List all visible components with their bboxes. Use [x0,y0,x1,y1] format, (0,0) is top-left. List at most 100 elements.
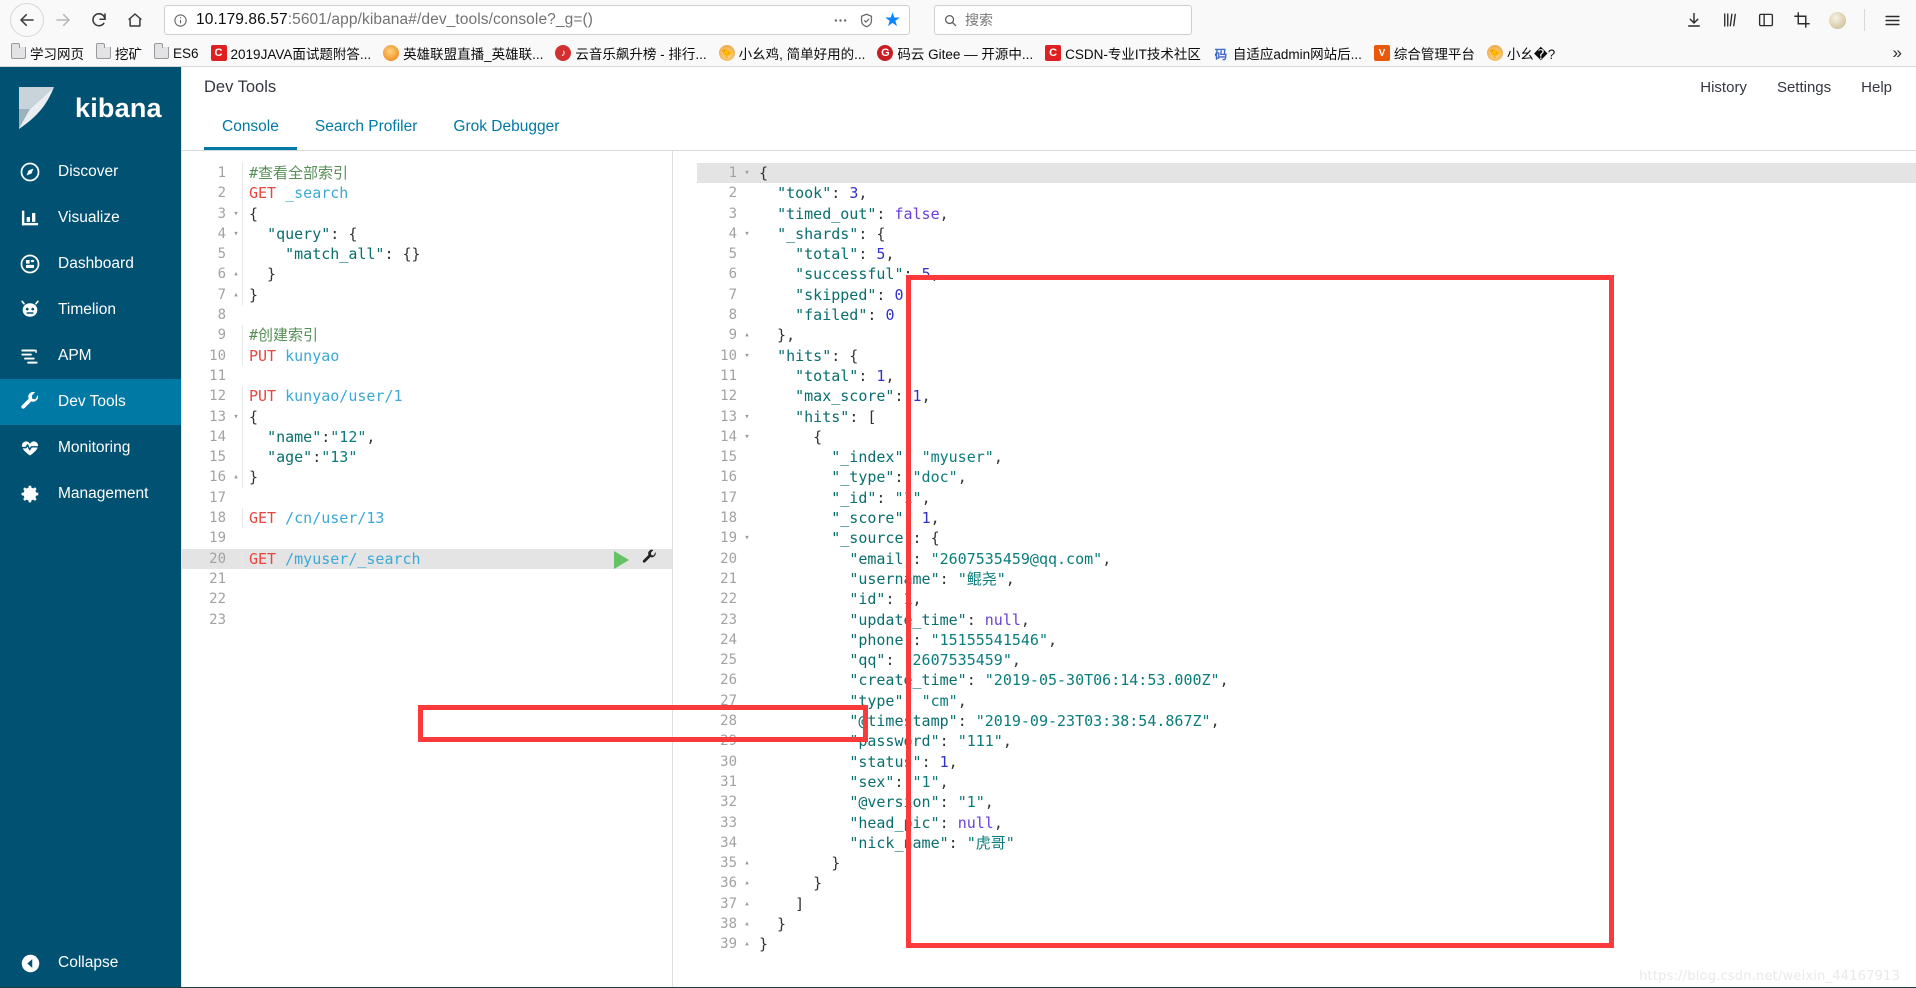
fold-toggle-icon[interactable]: ▾ [230,407,242,427]
code-line[interactable]: 14 "name":"12", [182,426,672,448]
code-line[interactable]: 14 ▾ { [697,427,1916,447]
code-line[interactable]: 33 "head_pic": null, [697,813,1916,833]
sidebar-item-timelion[interactable]: Timelion [0,287,181,333]
code-line[interactable]: 11 [182,366,672,386]
bookmark-item[interactable]: G 码云 Gitee — 开源中... [872,41,1038,65]
code-line[interactable]: 3 ▾{ [182,203,672,224]
forward-arrow-icon[interactable] [46,3,80,37]
fold-toggle-icon[interactable]: ▴ [741,873,753,893]
code-line[interactable]: 25 "qq": "2607535459", [697,650,1916,670]
code-line[interactable]: 4 ▾ "_shards": { [697,224,1916,244]
code-line[interactable]: 6 "successful": 5, [697,264,1916,284]
ellipsis-icon[interactable] [832,12,849,29]
code-line[interactable]: 16 "_type": "doc", [697,467,1916,487]
request-editor-rows[interactable]: 1 #查看全部索引 2 GET _search 3 ▾{4 ▾ "query": {5 "m… [182,163,672,630]
tab-search-profiler[interactable]: Search Profiler [297,118,436,150]
tracking-protection-icon[interactable] [858,12,875,29]
response-rows[interactable]: 1 ▾{2 "took": 3, 3 "timed_out": false, 4 ▾ "… [697,163,1916,955]
reload-icon[interactable] [82,3,116,37]
bookmark-item[interactable]: ES6 [149,43,204,63]
code-line[interactable]: 24 "phone": "15155541546", [697,630,1916,650]
sidebar-item-discover[interactable]: Discover [0,149,181,195]
sidebar-icon[interactable] [1757,11,1775,29]
fold-toggle-icon[interactable]: ▾ [741,163,753,183]
bookmark-item[interactable]: 挖矿 [91,41,147,65]
bookmark-star-icon[interactable]: ★ [884,11,901,30]
code-line[interactable]: 19 ▾ "_source": { [697,528,1916,548]
code-line[interactable]: 39 ▴} [697,934,1916,954]
sidebar-collapse-button[interactable]: Collapse [0,939,181,987]
code-line[interactable]: 10 ▾ "hits": { [697,346,1916,366]
code-line[interactable]: 8 "failed": 0 [697,305,1916,325]
fold-toggle-icon[interactable]: ▾ [741,224,753,244]
code-line[interactable]: 20 "email": "2607535459@qq.com", [697,549,1916,569]
bookmark-item[interactable]: 英雄联盟直播_英雄联... [378,41,548,65]
url-bar[interactable]: 10.179.86.57:5601/app/kibana#/dev_tools/… [164,5,910,35]
sidebar-item-dev-tools[interactable]: Dev Tools [0,379,181,425]
code-line[interactable]: 16 ▴} [182,467,672,488]
downloads-icon[interactable] [1685,11,1703,29]
page-info-icon[interactable] [173,13,188,28]
bookmark-item[interactable]: 码自适应admin网站后... [1208,41,1367,65]
screenshot-icon[interactable] [1793,11,1811,29]
code-line[interactable]: 23 [182,610,672,630]
tab-console[interactable]: Console [204,118,297,150]
url-text[interactable]: 10.179.86.57:5601/app/kibana#/dev_tools/… [196,11,593,29]
code-line[interactable]: 2 "took": 3, [697,183,1916,203]
code-line[interactable]: 19 [182,528,672,548]
fold-toggle-icon[interactable]: ▾ [741,407,753,427]
fold-toggle-icon[interactable]: ▴ [230,285,242,305]
code-line[interactable]: 5 "match_all": {} [182,244,672,265]
fold-toggle-icon[interactable]: ▾ [741,346,753,366]
code-line[interactable]: 5 "total": 5, [697,244,1916,264]
code-line[interactable]: 26 "create_time": "2019-05-30T06:14:53.0… [697,670,1916,690]
response-pane[interactable]: 1 ▾{2 "took": 3, 3 "timed_out": false, 4 ▾ "… [697,151,1916,987]
bookmarks-overflow-icon[interactable]: » [1885,43,1910,63]
library-icon[interactable] [1721,11,1739,29]
code-line[interactable]: 2 GET _search [182,183,672,204]
sidebar-item-visualize[interactable]: Visualize [0,195,181,241]
bookmark-item[interactable]: 🐤 小幺�? [1482,41,1560,65]
code-line[interactable]: 18 GET /cn/user/13 [182,508,672,529]
code-line[interactable]: 6 ▴ } [182,264,672,285]
tab-grok-debugger[interactable]: Grok Debugger [435,118,577,150]
code-line[interactable]: 12 "max_score": 1, [697,386,1916,406]
code-line[interactable]: 22 [182,589,672,609]
code-line[interactable]: 37 ▴ ] [697,894,1916,914]
code-line[interactable]: 36 ▴ } [697,873,1916,893]
bookmark-item[interactable]: 🐤 小幺鸡, 简单好用的... [714,41,871,65]
code-line[interactable]: 1 #查看全部索引 [182,163,672,184]
code-line[interactable]: 10 PUT kunyao [182,345,672,366]
code-line[interactable]: 28 "@timestamp": "2019-09-23T03:38:54.86… [697,711,1916,731]
play-triangle-icon[interactable] [614,550,629,569]
back-arrow-icon[interactable] [10,3,44,37]
code-line[interactable]: 9 #创建索引 [182,325,672,346]
code-line[interactable]: 32 "@version": "1", [697,792,1916,812]
fold-toggle-icon[interactable]: ▴ [230,467,242,487]
search-input[interactable]: 搜索 [934,5,1192,35]
kibana-brand[interactable]: kibana [0,67,181,149]
code-line[interactable]: 7 ▴} [182,284,672,306]
header-link-help[interactable]: Help [1861,79,1892,96]
fold-toggle-icon[interactable]: ▾ [230,204,242,224]
code-line[interactable]: 20 GET /myuser/_search [182,548,672,571]
code-line[interactable]: 34 "nick_name": "虎哥" [697,833,1916,853]
bookmark-item[interactable]: C 2019JAVA面试题附答... [206,41,377,65]
code-line[interactable]: 22 "id": 1, [697,589,1916,609]
code-line[interactable]: 13 ▾{ [182,406,672,427]
code-line[interactable]: 17 "_id": "1", [697,488,1916,508]
bookmark-item[interactable]: ♪ 云音乐飙升榜 - 排行... [550,41,711,65]
code-line[interactable]: 3 "timed_out": false, [697,204,1916,224]
code-line[interactable]: 23 "update_time": null, [697,610,1916,630]
code-line[interactable]: 9 ▴ }, [697,325,1916,345]
code-line[interactable]: 29 "password": "111", [697,731,1916,751]
account-avatar-icon[interactable] [1829,11,1846,29]
code-line[interactable]: 15 "age":"13" [182,447,672,468]
fold-toggle-icon[interactable]: ▾ [230,224,242,244]
pane-divider[interactable] [672,151,673,987]
header-link-settings[interactable]: Settings [1777,79,1831,96]
fold-toggle-icon[interactable]: ▴ [741,894,753,914]
wrench-icon[interactable] [641,549,658,571]
code-line[interactable]: 4 ▾ "query": { [182,223,672,245]
bookmark-item[interactable]: C CSDN-专业IT技术社区 [1040,41,1206,65]
